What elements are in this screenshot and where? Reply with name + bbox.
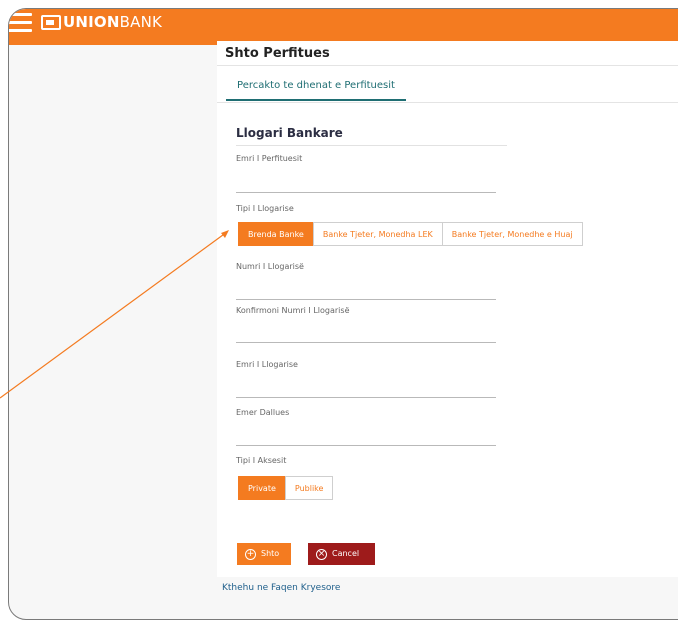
beneficiary-name-label: Emri I Perfituesit [236, 154, 303, 163]
add-button-label: Shto [261, 549, 280, 558]
x-circle-icon: × [316, 548, 327, 560]
top-bar: UNION BANK [9, 9, 678, 45]
hamburger-menu-icon[interactable] [9, 13, 32, 33]
back-to-home-link[interactable]: Kthehu ne Faqen Kryesore [222, 583, 340, 593]
account-type-option-inside-bank[interactable]: Brenda Banke [238, 222, 314, 246]
account-number-field[interactable] [236, 299, 496, 300]
cancel-button[interactable]: × Cancel [308, 543, 375, 565]
account-number-label: Numri I Llogarisë [236, 262, 304, 271]
account-type-label: Tipi I Llogarise [236, 204, 294, 213]
cancel-button-label: Cancel [332, 549, 360, 558]
section-title: Llogari Bankare [236, 126, 343, 140]
access-type-option-private[interactable]: Private [238, 476, 286, 500]
beneficiary-name-field[interactable] [236, 192, 496, 193]
access-type-selector: Private Publike [238, 476, 334, 500]
access-type-label: Tipi I Aksesit [236, 456, 287, 465]
distinguishing-name-field[interactable] [236, 445, 496, 446]
plus-circle-icon: + [245, 548, 256, 560]
add-button[interactable]: + Shto [237, 543, 291, 565]
confirm-account-number-label: Konfirmoni Numri I Llogarisë [236, 306, 350, 315]
union-bank-logo[interactable]: UNION BANK [41, 11, 162, 33]
title-divider [217, 65, 678, 66]
unionbank-logo-icon [41, 14, 61, 30]
logo-text-bold: UNION [63, 13, 120, 31]
form-card: Shto Perfitues Percakto te dhenat e Perf… [217, 41, 678, 577]
access-type-option-public[interactable]: Publike [284, 476, 334, 500]
account-name-label: Emri I Llogarise [236, 360, 298, 369]
account-type-selector: Brenda Banke Banke Tjeter, Monedha LEK B… [238, 222, 583, 246]
account-type-option-other-bank-lek[interactable]: Banke Tjeter, Monedha LEK [312, 222, 443, 246]
logo-text-light: BANK [119, 13, 163, 31]
account-name-field[interactable] [236, 397, 496, 398]
account-type-option-other-bank-foreign[interactable]: Banke Tjeter, Monedhe e Huaj [441, 222, 583, 246]
page-title: Shto Perfitues [225, 46, 330, 61]
section-divider [236, 145, 507, 146]
confirm-account-number-field[interactable] [236, 342, 496, 343]
tab-beneficiary-details[interactable]: Percakto te dhenat e Perfituesit [226, 75, 406, 101]
distinguishing-name-label: Emer Dallues [236, 408, 290, 417]
tab-divider [217, 102, 678, 103]
